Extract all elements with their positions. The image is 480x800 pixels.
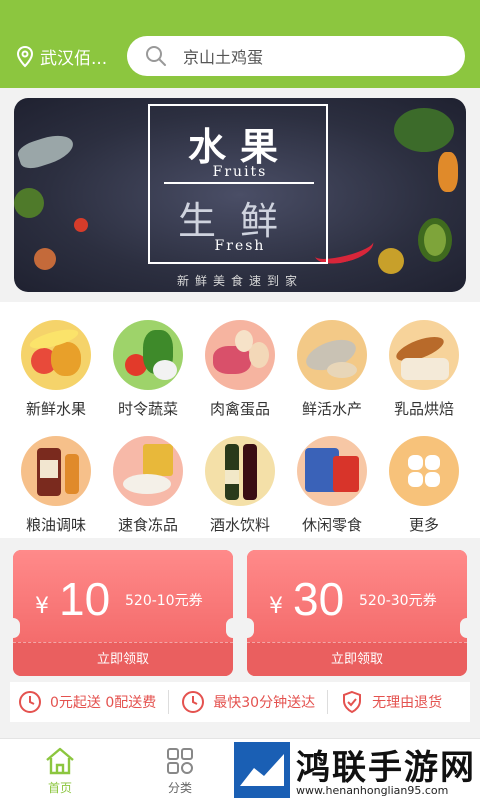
banner-title-bottom: 生鲜 — [177, 199, 302, 243]
vegetable-icon — [113, 320, 183, 390]
frozen-food-icon — [113, 436, 183, 506]
promise-fast-delivery: 最快30分钟送达 — [181, 690, 315, 714]
watermark: 鸿联手游网 www.henanhonglian95.com — [230, 740, 480, 800]
search-bar[interactable]: 京山土鸡蛋 — [127, 36, 465, 76]
category-frozen[interactable]: 速食冻品 — [102, 436, 194, 535]
coupon-amount: 30 — [293, 573, 345, 625]
location-label: 武汉佰... — [40, 49, 108, 69]
nav-home[interactable]: 首页 — [30, 745, 90, 796]
banner-tagline: 新鲜美食速到家 — [176, 274, 303, 288]
promise-text: 最快30分钟送达 — [213, 695, 316, 711]
category-label: 更多 — [408, 516, 439, 534]
coupon-currency: ¥ — [269, 594, 283, 619]
clock-icon — [182, 691, 205, 713]
category-label: 酒水饮料 — [209, 516, 270, 534]
banner-divider — [164, 182, 314, 184]
service-promise-bar: 0元起送 0配送费 最快30分钟送达 无理由退货 — [10, 682, 470, 722]
promise-free-delivery: 0元起送 0配送费 — [18, 690, 156, 714]
category-meat[interactable]: 肉禽蛋品 — [194, 320, 286, 419]
category-label: 休闲零食 — [301, 516, 362, 534]
category-snack[interactable]: 休闲零食 — [286, 436, 378, 535]
category-vegetable[interactable]: 时令蔬菜 — [102, 320, 194, 419]
coupon-notch — [6, 618, 20, 638]
search-icon — [146, 46, 166, 66]
coupon-card-10[interactable]: ¥ 10 520-10元券 立即领取 — [13, 550, 233, 676]
claim-coupon-button[interactable]: 立即领取 — [247, 642, 467, 676]
category-label: 乳品烘焙 — [393, 400, 454, 418]
clock-icon — [19, 691, 41, 713]
category-grid-icon — [167, 748, 193, 774]
banner-title-top-en: Fruits — [212, 164, 268, 180]
shield-check-icon — [343, 690, 362, 714]
wine-icon — [205, 436, 275, 506]
category-bakery[interactable]: 乳品烘焙 — [378, 320, 470, 419]
watermark-logo — [234, 742, 290, 798]
category-grid: 新鲜水果 时令蔬菜 肉禽蛋品 鲜活水产 乳品烘焙 粮油调味 速食冻品 酒水饮料 … — [0, 302, 480, 538]
nav-category[interactable]: 分类 — [150, 745, 210, 796]
top-header: 武汉佰... 京山土鸡蛋 — [0, 0, 480, 88]
sauce-icon — [21, 436, 91, 506]
coupon-desc: 520-10元券 — [125, 593, 203, 609]
promise-text: 0元起送 0配送费 — [50, 695, 157, 711]
watermark-url: www.henanhonglian95.com — [296, 784, 449, 797]
category-fruit[interactable]: 新鲜水果 — [10, 320, 102, 419]
category-seafood[interactable]: 鲜活水产 — [286, 320, 378, 419]
category-label: 速食冻品 — [117, 516, 178, 534]
location-selector[interactable]: 武汉佰... — [16, 44, 107, 69]
category-label: 时令蔬菜 — [117, 400, 178, 418]
banner-title-top: 水果 — [187, 125, 292, 169]
banner-title-bottom-en: Fresh — [214, 238, 266, 254]
coupon-desc: 520-30元券 — [359, 593, 437, 609]
nav-category-label: 分类 — [167, 781, 192, 795]
category-label: 粮油调味 — [25, 516, 86, 534]
coupon-notch — [226, 618, 240, 638]
category-label: 鲜活水产 — [301, 400, 362, 418]
promise-text: 无理由退货 — [372, 695, 443, 711]
meat-icon — [205, 320, 275, 390]
location-pin-icon — [16, 45, 34, 67]
coupon-notch — [460, 618, 474, 638]
snack-icon — [297, 436, 367, 506]
category-wine[interactable]: 酒水饮料 — [194, 436, 286, 535]
category-label: 新鲜水果 — [25, 400, 86, 418]
seafood-icon — [297, 320, 367, 390]
divider — [327, 690, 329, 714]
search-input[interactable]: 京山土鸡蛋 — [183, 44, 263, 68]
claim-coupon-button[interactable]: 立即领取 — [13, 642, 233, 676]
more-icon — [389, 436, 459, 506]
promise-free-return: 无理由退货 — [340, 690, 442, 714]
coupon-amount: 10 — [59, 573, 111, 625]
fruit-icon — [21, 320, 91, 390]
category-label: 肉禽蛋品 — [209, 400, 270, 418]
coupon-currency: ¥ — [35, 594, 49, 619]
category-sauce[interactable]: 粮油调味 — [10, 436, 102, 535]
watermark-text: 鸿联手游网 — [296, 748, 476, 788]
coupon-notch — [240, 618, 254, 638]
home-icon — [46, 747, 74, 775]
category-more[interactable]: 更多 — [378, 436, 470, 535]
bakery-icon — [389, 320, 459, 390]
app-screen: 武汉佰... 京山土鸡蛋 水果 Fruits 生鲜 Fresh 新鲜美食速到家 — [0, 0, 480, 800]
divider — [168, 690, 170, 714]
promo-banner[interactable]: 水果 Fruits 生鲜 Fresh 新鲜美食速到家 — [14, 98, 466, 292]
nav-home-label: 首页 — [47, 781, 72, 795]
coupon-card-30[interactable]: ¥ 30 520-30元券 立即领取 — [247, 550, 467, 676]
